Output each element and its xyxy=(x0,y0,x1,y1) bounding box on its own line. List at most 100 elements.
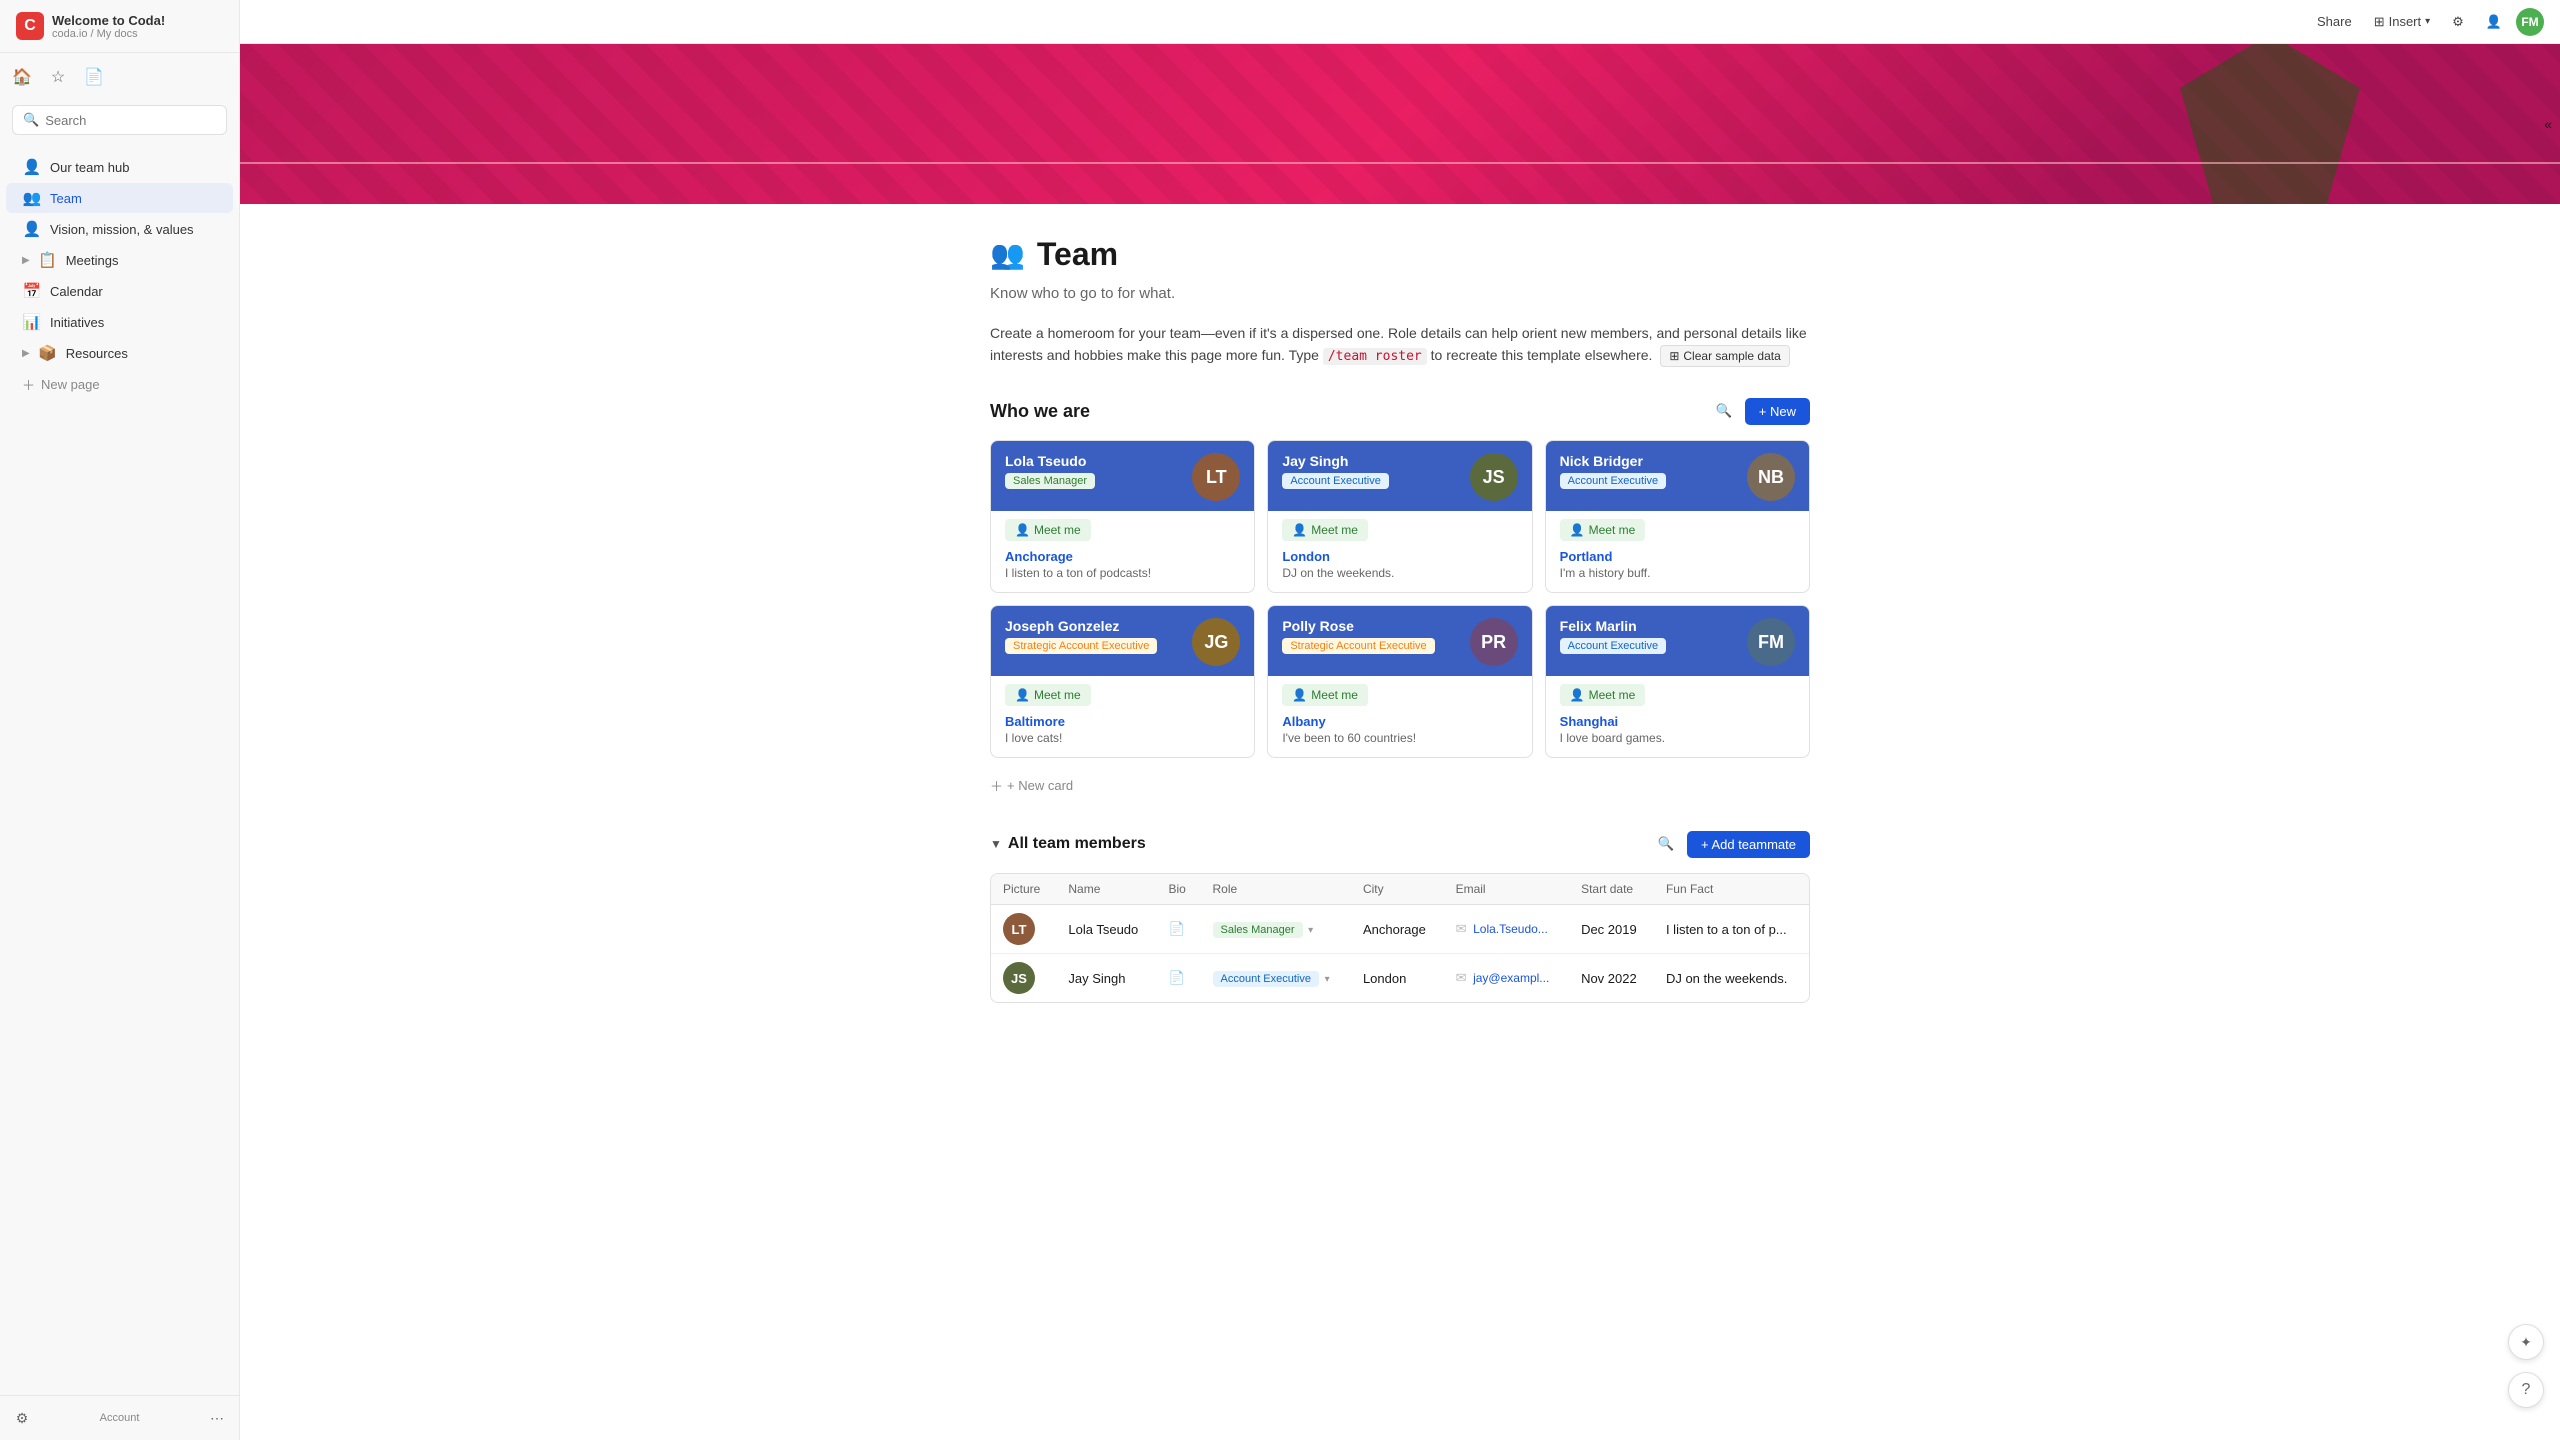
card-fact-joseph: I love cats! xyxy=(1005,731,1240,745)
collaborate-icon[interactable]: ✦ xyxy=(2508,1324,2544,1360)
search-input[interactable] xyxy=(45,113,216,128)
table-cell-city: Anchorage xyxy=(1351,905,1444,954)
help-button[interactable]: ? xyxy=(2508,1372,2544,1408)
account-label: Account xyxy=(100,1412,140,1424)
share-button[interactable]: Share xyxy=(2309,10,2360,33)
card-city-joseph[interactable]: Baltimore xyxy=(1005,714,1240,729)
new-page-button[interactable]: ＋ New page xyxy=(6,369,233,400)
table-cell-name: Lola Tseudo xyxy=(1056,905,1156,954)
person-icon: 👤 xyxy=(1292,523,1307,537)
card-city-lola[interactable]: Anchorage xyxy=(1005,549,1240,564)
email-link[interactable]: jay@exampl... xyxy=(1473,971,1549,985)
page-emoji: 👥 xyxy=(990,238,1025,271)
meet-me-button-felix[interactable]: 👤 Meet me xyxy=(1560,684,1646,706)
table-cell-email: ✉ Lola.Tseudo... xyxy=(1444,905,1570,954)
sidebar-item-calendar[interactable]: 📅Calendar xyxy=(6,276,233,306)
new-card-add-button[interactable]: ＋ + New card xyxy=(990,770,1810,801)
home-icon[interactable]: 🏠 xyxy=(6,61,38,93)
sidebar-item-label: Resources xyxy=(66,346,128,361)
all-team-search-button[interactable]: 🔍 xyxy=(1651,829,1681,859)
meet-me-button-joseph[interactable]: 👤 Meet me xyxy=(1005,684,1091,706)
sidebar-item-initiatives[interactable]: 📊Initiatives xyxy=(6,307,233,337)
card-info-felix: Felix Marlin Account Executive xyxy=(1560,618,1747,654)
email-link[interactable]: Lola.Tseudo... xyxy=(1473,922,1548,936)
page-title: Team xyxy=(1037,236,1118,273)
card-role-badge-polly: Strategic Account Executive xyxy=(1282,638,1434,654)
table-role-badge: Sales Manager xyxy=(1213,922,1303,938)
table-header: PictureNameBioRoleCityEmailStart dateFun… xyxy=(991,874,1809,905)
card-name-jay: Jay Singh xyxy=(1282,453,1469,469)
team-card-polly: Polly Rose Strategic Account Executive P… xyxy=(1267,605,1532,758)
card-info-joseph: Joseph Gonzelez Strategic Account Execut… xyxy=(1005,618,1192,654)
add-teammate-button[interactable]: + Add teammate xyxy=(1687,831,1810,858)
chevron-down-icon: ▾ xyxy=(2425,16,2430,27)
card-role-badge-felix: Account Executive xyxy=(1560,638,1667,654)
card-body-nick: Portland I'm a history buff. xyxy=(1546,545,1809,592)
collapse-right-icon[interactable]: « xyxy=(2536,108,2560,140)
card-info-jay: Jay Singh Account Executive xyxy=(1282,453,1469,489)
coda-logo-icon: C xyxy=(16,12,44,40)
card-avatar-jay: JS xyxy=(1470,453,1518,501)
card-avatar-polly: PR xyxy=(1470,618,1518,666)
sidebar-item-team[interactable]: 👥Team xyxy=(6,183,233,213)
card-header-felix: Felix Marlin Account Executive FM xyxy=(1546,606,1809,676)
team-card-jay: Jay Singh Account Executive JS 👤 Meet me… xyxy=(1267,440,1532,593)
meetings-icon: 📋 xyxy=(38,251,58,269)
star-icon[interactable]: ☆ xyxy=(42,61,74,93)
team-members-table: PictureNameBioRoleCityEmailStart dateFun… xyxy=(991,874,1809,1002)
meet-me-button-lola[interactable]: 👤 Meet me xyxy=(1005,519,1091,541)
table-cell-email: ✉ jay@exampl... xyxy=(1444,954,1570,1003)
role-dropdown-icon[interactable]: ▾ xyxy=(1325,974,1330,985)
sidebar-item-vision[interactable]: 👤Vision, mission, & values xyxy=(6,214,233,244)
card-avatar-felix: FM xyxy=(1747,618,1795,666)
sidebar-item-our-team-hub[interactable]: 👤Our team hub xyxy=(6,152,233,182)
card-header-lola: Lola Tseudo Sales Manager LT xyxy=(991,441,1254,511)
card-fact-nick: I'm a history buff. xyxy=(1560,566,1795,580)
sidebar: C Welcome to Coda! coda.io / My docs 🏠 ☆… xyxy=(0,0,240,1440)
sidebar-item-label: Calendar xyxy=(50,284,103,299)
more-options-icon[interactable]: ⋯ xyxy=(203,1404,231,1432)
meet-me-button-nick[interactable]: 👤 Meet me xyxy=(1560,519,1646,541)
table-header-email: Email xyxy=(1444,874,1570,905)
card-city-felix[interactable]: Shanghai xyxy=(1560,714,1795,729)
meet-me-button-jay[interactable]: 👤 Meet me xyxy=(1282,519,1368,541)
card-avatar-lola: LT xyxy=(1192,453,1240,501)
share-user-icon[interactable]: 👤 xyxy=(2478,10,2510,34)
card-avatar-joseph: JG xyxy=(1192,618,1240,666)
person-icon: 👤 xyxy=(1570,688,1585,702)
sidebar-item-label: Our team hub xyxy=(50,160,130,175)
card-city-nick[interactable]: Portland xyxy=(1560,549,1795,564)
search-box[interactable]: 🔍 xyxy=(12,105,227,135)
clear-sample-data-button[interactable]: ⊞ Clear sample data xyxy=(1660,345,1789,367)
table-icon: ⊞ xyxy=(1669,349,1679,363)
card-city-polly[interactable]: Albany xyxy=(1282,714,1517,729)
collapse-icon[interactable]: ▼ xyxy=(990,837,1002,851)
email-icon: ✉ xyxy=(1456,921,1467,936)
sidebar-item-meetings[interactable]: ▶📋Meetings xyxy=(6,245,233,275)
page-description: Create a homeroom for your team—even if … xyxy=(990,322,1810,368)
table-cell-bio: 📄 xyxy=(1156,905,1200,954)
who-we-are-search-button[interactable]: 🔍 xyxy=(1709,396,1739,426)
table-header-picture: Picture xyxy=(991,874,1056,905)
settings-icon[interactable]: ⚙ xyxy=(8,1404,36,1432)
all-team-title: All team members xyxy=(1008,835,1146,853)
table-row: LT Lola Tseudo 📄 Sales Manager ▾ Anchora… xyxy=(991,905,1809,954)
card-info-lola: Lola Tseudo Sales Manager xyxy=(1005,453,1192,489)
table-cell-fun-fact: I listen to a ton of p... xyxy=(1654,905,1809,954)
settings-gear-icon[interactable]: ⚙ xyxy=(2444,10,2472,34)
role-dropdown-icon[interactable]: ▾ xyxy=(1308,925,1313,936)
table-cell-start-date: Dec 2019 xyxy=(1569,905,1654,954)
insert-button[interactable]: ⊞ Insert ▾ xyxy=(2366,10,2438,34)
avatar[interactable]: FM xyxy=(2516,8,2544,36)
new-card-button[interactable]: + New xyxy=(1745,398,1810,425)
person-icon: 👤 xyxy=(1015,688,1030,702)
card-body-lola: Anchorage I listen to a ton of podcasts! xyxy=(991,545,1254,592)
table-row: JS Jay Singh 📄 Account Executive ▾ Londo… xyxy=(991,954,1809,1003)
card-fact-jay: DJ on the weekends. xyxy=(1282,566,1517,580)
meet-me-button-polly[interactable]: 👤 Meet me xyxy=(1282,684,1368,706)
team-card-joseph: Joseph Gonzelez Strategic Account Execut… xyxy=(990,605,1255,758)
docs-icon[interactable]: 📄 xyxy=(78,61,110,93)
sidebar-item-resources[interactable]: ▶📦Resources xyxy=(6,338,233,368)
card-body-joseph: Baltimore I love cats! xyxy=(991,710,1254,757)
card-city-jay[interactable]: London xyxy=(1282,549,1517,564)
